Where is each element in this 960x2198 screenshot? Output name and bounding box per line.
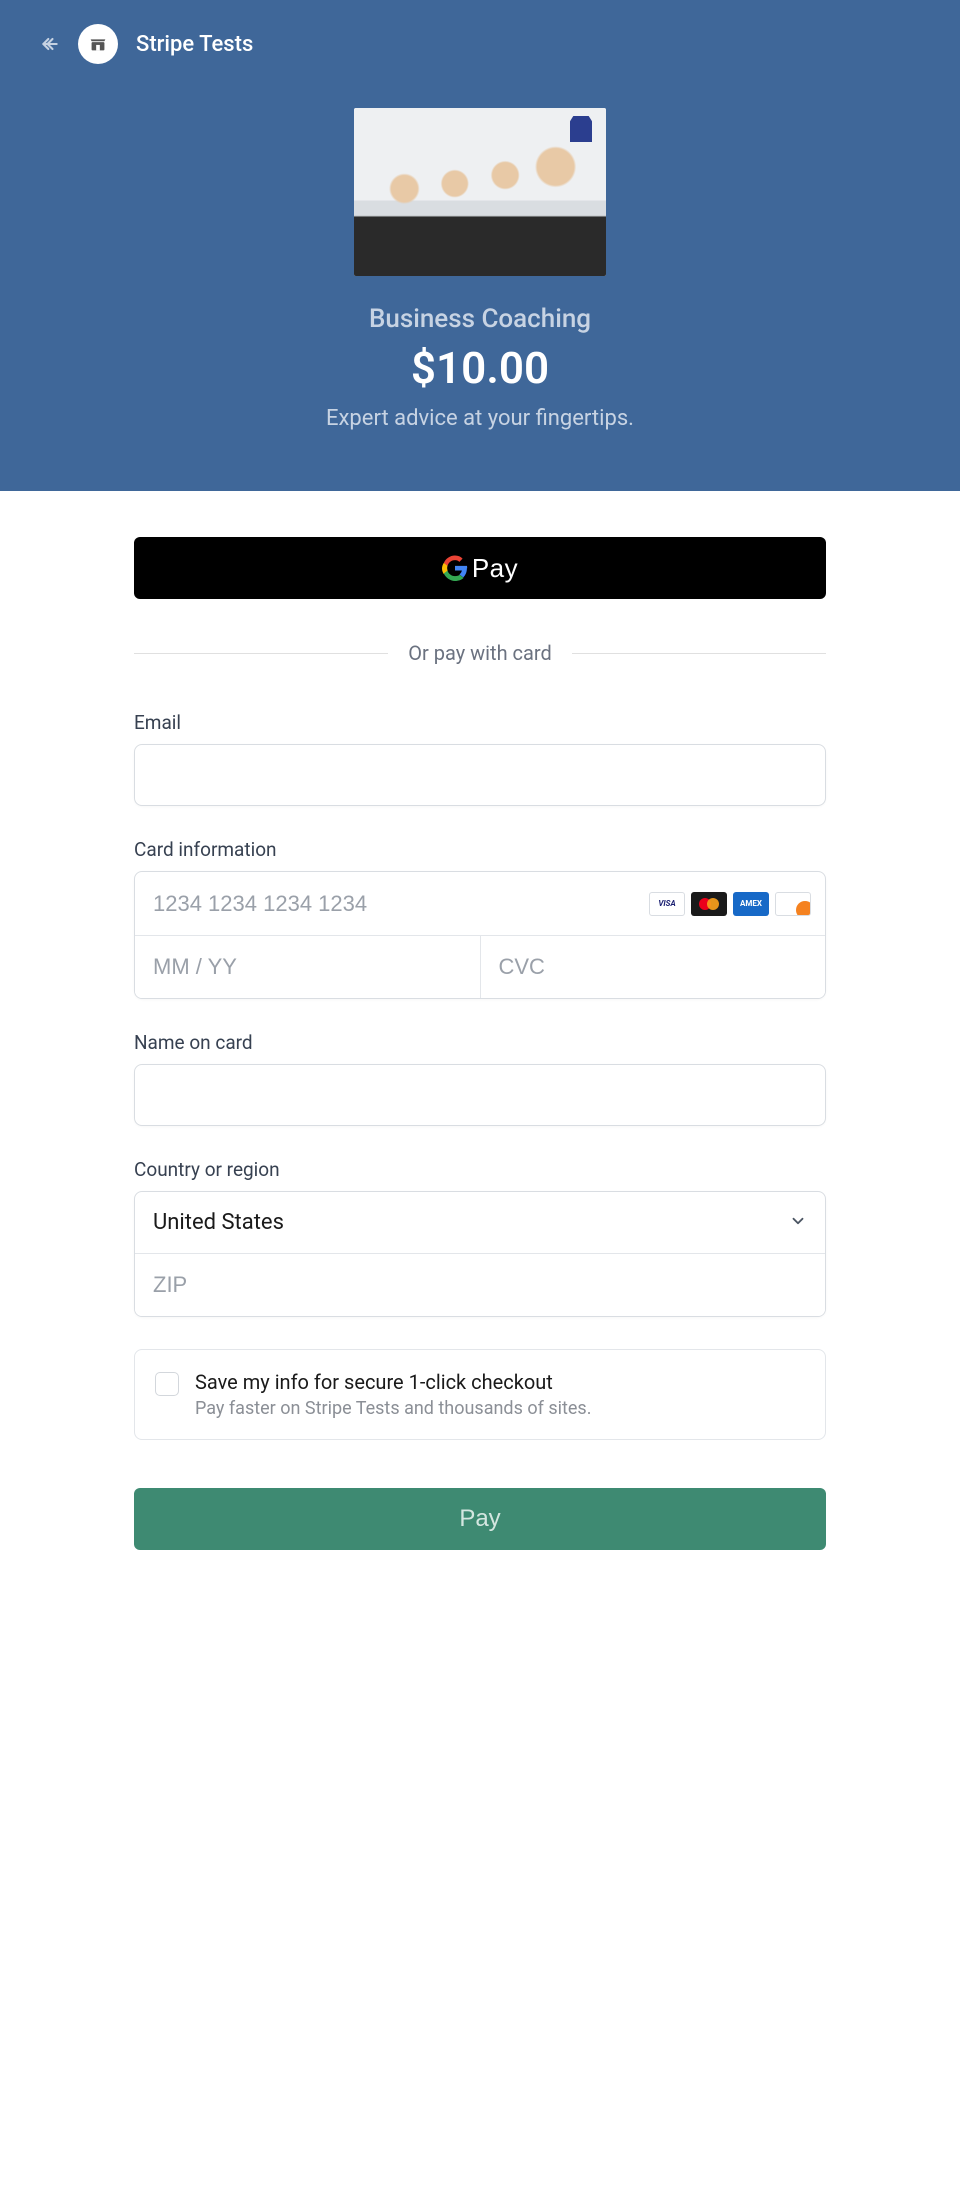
card-info-label: Card information xyxy=(134,838,826,861)
card-cvc-field[interactable] xyxy=(481,936,826,998)
mastercard-icon xyxy=(691,892,727,916)
pay-button[interactable]: Pay xyxy=(134,1488,826,1550)
divider-text: Or pay with card xyxy=(408,641,552,665)
save-info-box: Save my info for secure 1-click checkout… xyxy=(134,1349,826,1440)
email-label: Email xyxy=(134,711,826,734)
chevron-down-icon xyxy=(789,1212,807,1234)
email-field[interactable] xyxy=(134,744,826,806)
divider-line xyxy=(572,653,826,654)
google-pay-button[interactable]: Pay xyxy=(134,537,826,599)
google-logo-icon xyxy=(442,555,468,581)
product-description: Expert advice at your fingertips. xyxy=(0,406,960,431)
card-expiry-field[interactable] xyxy=(135,936,481,998)
visa-icon: VISA xyxy=(649,892,685,916)
zip-field[interactable] xyxy=(135,1254,825,1316)
product-image xyxy=(354,108,606,276)
card-number-field[interactable] xyxy=(153,872,649,935)
product-title: Business Coaching xyxy=(0,304,960,334)
save-info-title: Save my info for secure 1-click checkout xyxy=(195,1370,591,1394)
save-info-subtitle: Pay faster on Stripe Tests and thousands… xyxy=(195,1398,591,1419)
product-price: $10.00 xyxy=(0,342,960,394)
back-arrow-icon[interactable] xyxy=(40,34,60,54)
name-field[interactable] xyxy=(134,1064,826,1126)
merchant-name: Stripe Tests xyxy=(136,32,253,57)
divider-line xyxy=(134,653,388,654)
country-select[interactable]: United States xyxy=(135,1192,825,1254)
discover-icon xyxy=(775,892,811,916)
amex-icon: AMEX xyxy=(733,892,769,916)
google-pay-label: Pay xyxy=(472,553,518,584)
country-label: Country or region xyxy=(134,1158,826,1181)
merchant-logo-icon xyxy=(78,24,118,64)
country-selected: United States xyxy=(153,1210,284,1235)
name-label: Name on card xyxy=(134,1031,826,1054)
save-info-checkbox[interactable] xyxy=(155,1372,179,1396)
